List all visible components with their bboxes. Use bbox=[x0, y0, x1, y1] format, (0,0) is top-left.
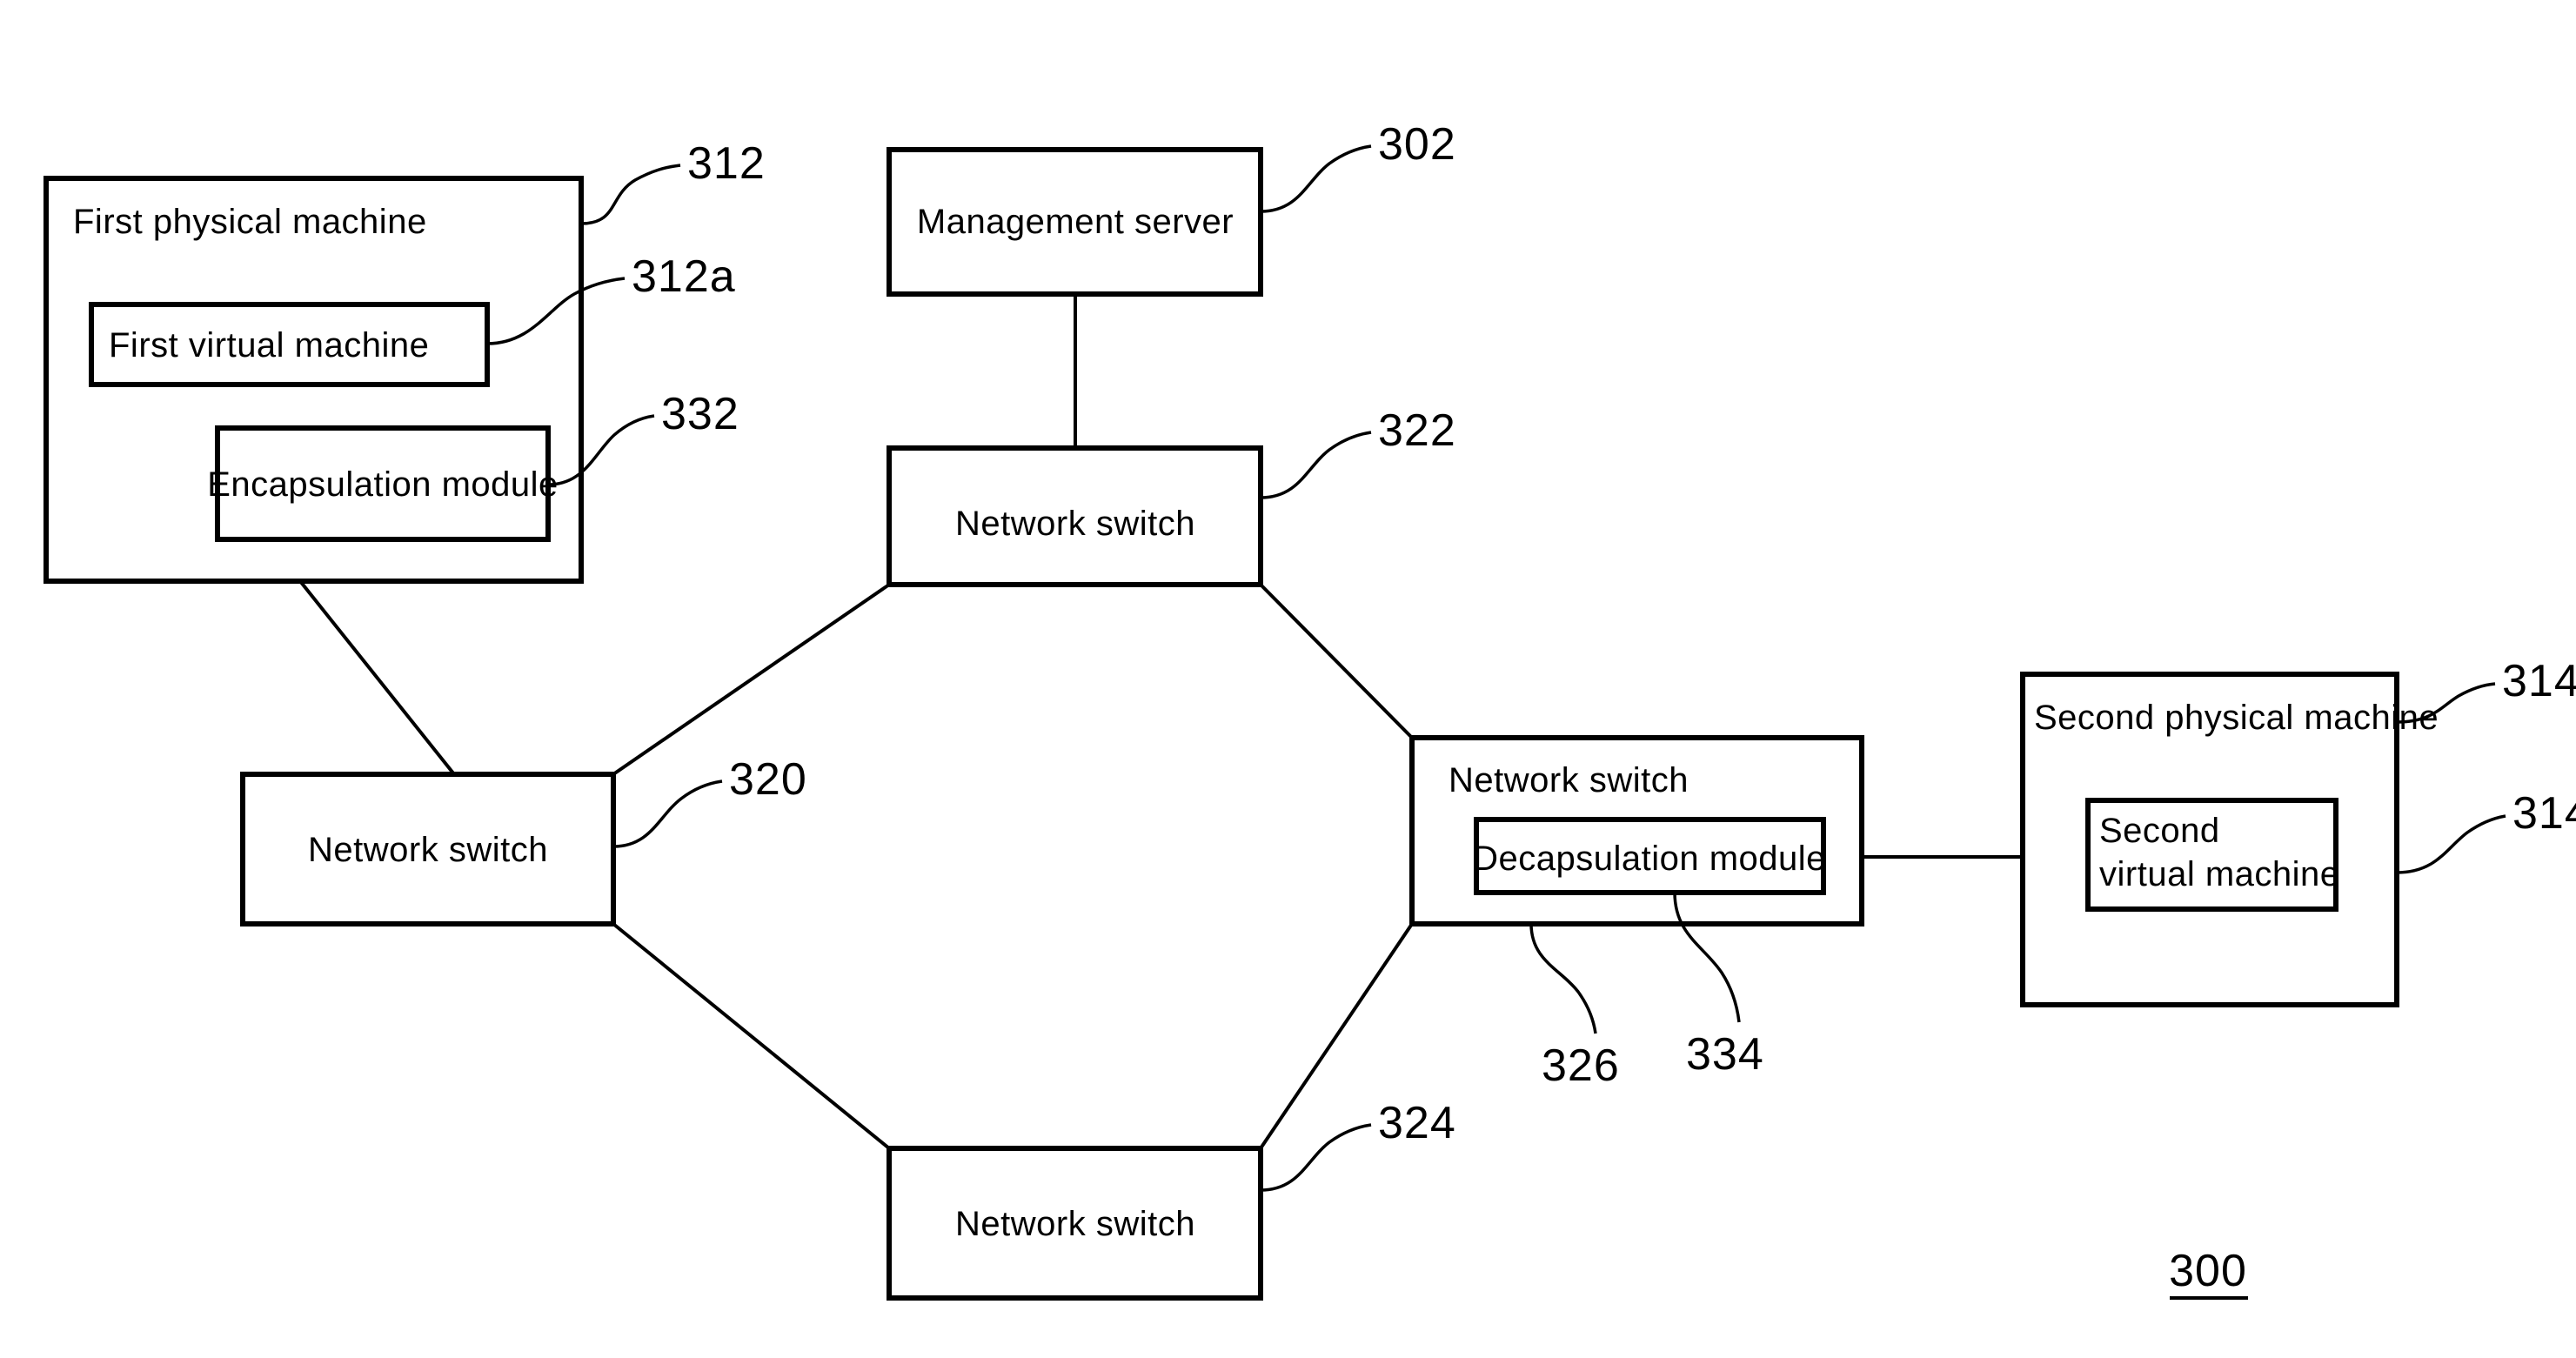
second-physical-machine-label: Second physical machine bbox=[2034, 699, 2439, 737]
first-physical-machine-label: First physical machine bbox=[73, 203, 427, 241]
ref-number-314a: 314a bbox=[2502, 656, 2576, 706]
leader-312 bbox=[580, 164, 681, 225]
ref-number-312: 312 bbox=[687, 138, 766, 189]
node-management-server[interactable]: Management server bbox=[887, 147, 1263, 297]
link-first-physical-machine-to-switch-320 bbox=[298, 579, 456, 776]
second-virtual-machine-label-line2: virtual machine bbox=[2099, 855, 2340, 893]
leader-layer bbox=[486, 144, 2506, 1192]
node-first-virtual-machine[interactable]: First virtual machine bbox=[89, 302, 490, 387]
figure-number-group: 300 bbox=[2169, 1246, 2248, 1300]
leader-320 bbox=[612, 779, 723, 848]
node-second-virtual-machine[interactable]: Second virtual machine bbox=[2085, 798, 2340, 912]
leader-324 bbox=[1260, 1123, 1372, 1192]
link-switch-320-to-switch-324 bbox=[612, 922, 891, 1150]
management-server-label: Management server bbox=[917, 203, 1234, 241]
link-switch-322-to-switch-326 bbox=[1259, 583, 1414, 739]
node-network-switch-320[interactable]: Network switch bbox=[240, 772, 616, 927]
network-switch-322-label: Network switch bbox=[955, 505, 1195, 543]
network-switch-324-label: Network switch bbox=[955, 1205, 1195, 1243]
figure-canvas: First physical machine First virtual mac… bbox=[0, 0, 2576, 1358]
node-decapsulation-module[interactable]: Decapsulation module bbox=[1473, 817, 1826, 895]
ref-number-326: 326 bbox=[1542, 1040, 1620, 1091]
ref-number-334: 334 bbox=[1686, 1029, 1764, 1080]
leader-322 bbox=[1260, 431, 1372, 499]
network-architecture-diagram: First physical machine First virtual mac… bbox=[43, 119, 2576, 1301]
network-switch-320-label: Network switch bbox=[308, 831, 548, 869]
ref-number-332: 332 bbox=[661, 389, 739, 439]
leader-326 bbox=[1529, 923, 1597, 1034]
ref-number-314: 314 bbox=[2512, 788, 2576, 839]
link-switch-320-to-switch-322 bbox=[612, 583, 891, 776]
leader-302 bbox=[1260, 144, 1372, 213]
leader-314 bbox=[2396, 814, 2506, 874]
decapsulation-module-label: Decapsulation module bbox=[1473, 840, 1826, 878]
encapsulation-module-label: Encapsulation module bbox=[207, 465, 559, 504]
figure-number: 300 bbox=[2169, 1246, 2247, 1296]
ref-number-324: 324 bbox=[1378, 1098, 1456, 1148]
network-switch-326-label: Network switch bbox=[1449, 761, 1689, 799]
ref-number-312a: 312a bbox=[632, 251, 736, 302]
node-network-switch-322[interactable]: Network switch bbox=[887, 445, 1263, 587]
second-virtual-machine-label-line1: Second bbox=[2099, 812, 2220, 850]
ref-number-322: 322 bbox=[1378, 405, 1456, 456]
node-encapsulation-module[interactable]: Encapsulation module bbox=[207, 425, 559, 542]
ref-number-320: 320 bbox=[729, 754, 807, 805]
node-network-switch-324[interactable]: Network switch bbox=[887, 1146, 1263, 1301]
first-virtual-machine-label: First virtual machine bbox=[109, 326, 429, 365]
ref-number-302: 302 bbox=[1378, 119, 1456, 170]
